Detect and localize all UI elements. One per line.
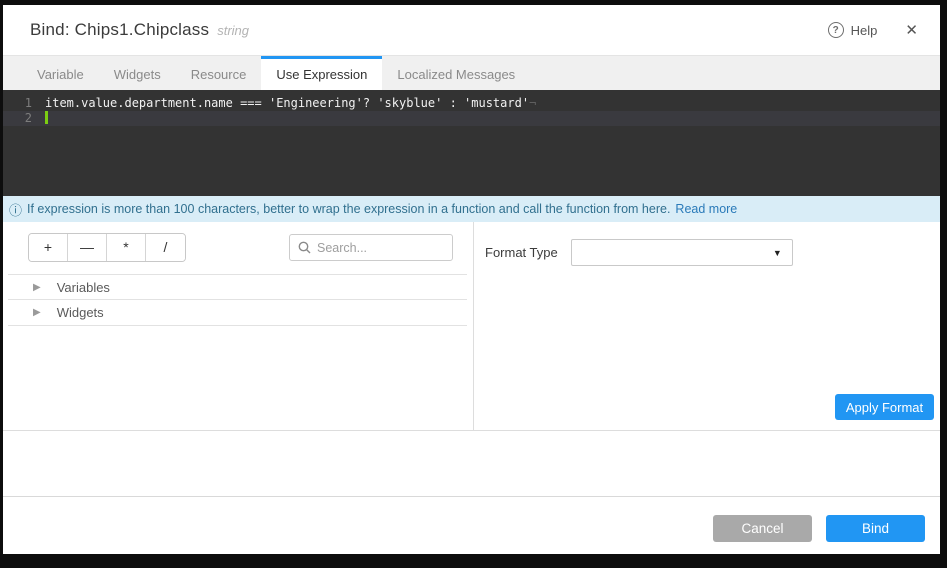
search-box: [289, 234, 453, 261]
tab-variable[interactable]: Variable: [22, 56, 99, 90]
tree-item-variables[interactable]: ▶ Variables: [8, 274, 467, 300]
tab-resource[interactable]: Resource: [176, 56, 262, 90]
tab-localized-messages[interactable]: Localized Messages: [382, 56, 530, 90]
expression-code-editor[interactable]: 1 item.value.department.name === 'Engine…: [3, 90, 940, 196]
expression-code: item.value.department.name === 'Engineer…: [45, 96, 529, 110]
tab-widgets[interactable]: Widgets: [99, 56, 176, 90]
dialog-type-subtitle: string: [217, 23, 249, 38]
search-icon: [298, 241, 311, 254]
plus-operator-button[interactable]: +: [29, 234, 68, 261]
help-label: Help: [851, 23, 878, 38]
help-question-icon: ?: [828, 22, 844, 38]
code-line-2: 2: [3, 111, 940, 126]
minus-operator-button[interactable]: —: [68, 234, 107, 261]
bind-button[interactable]: Bind: [826, 515, 925, 542]
divide-operator-button[interactable]: /: [146, 234, 185, 261]
tree-item-label: Widgets: [57, 305, 104, 320]
bind-sources-tree: ▶ Variables ▶ Widgets: [8, 274, 467, 326]
eol-marker: ¬: [529, 96, 536, 110]
blank-strip: [3, 431, 940, 497]
chevron-right-icon[interactable]: ▶: [33, 307, 41, 318]
multiply-operator-button[interactable]: *: [107, 234, 146, 261]
tab-bar: Variable Widgets Resource Use Expression…: [3, 56, 940, 90]
format-type-label: Format Type: [485, 245, 558, 260]
tree-item-label: Variables: [57, 280, 110, 295]
cancel-button[interactable]: Cancel: [713, 515, 812, 542]
tree-item-widgets[interactable]: ▶ Widgets: [8, 300, 467, 326]
help-button[interactable]: ? Help: [828, 22, 878, 38]
format-type-select[interactable]: ▼: [571, 239, 793, 266]
dialog-title: Bind: Chips1.Chipclass: [30, 20, 209, 40]
panel-toolbar: + — * /: [3, 222, 473, 262]
text-cursor: [45, 111, 48, 124]
info-icon: ⓘ: [9, 200, 22, 219]
bind-sources-panel: + — * / ▶ Variables ▶ Widgets: [3, 222, 474, 430]
search-input[interactable]: [317, 241, 444, 255]
apply-format-button[interactable]: Apply Format: [835, 394, 934, 420]
tab-use-expression[interactable]: Use Expression: [261, 56, 382, 90]
dialog-header: Bind: Chips1.Chipclass string ? Help ✕: [3, 5, 940, 56]
content-row: + — * / ▶ Variables ▶ Widgets: [3, 222, 940, 431]
code-line-2-text: [45, 111, 48, 126]
expression-text: item.value.department.name === 'Engineer…: [45, 96, 536, 111]
info-text: If expression is more than 100 character…: [27, 202, 670, 216]
read-more-link[interactable]: Read more: [675, 202, 737, 216]
line-number-2: 2: [3, 111, 45, 126]
close-icon[interactable]: ✕: [901, 19, 922, 41]
dialog-footer: Cancel Bind: [3, 497, 940, 554]
operator-button-group: + — * /: [28, 233, 186, 262]
info-banner: ⓘ If expression is more than 100 charact…: [3, 196, 940, 222]
format-type-row: Format Type ▼: [474, 222, 940, 266]
dropdown-caret-icon: ▼: [773, 248, 782, 258]
code-line-1: 1 item.value.department.name === 'Engine…: [3, 96, 940, 111]
format-panel: Format Type ▼ Apply Format: [474, 222, 940, 430]
line-number-1: 1: [3, 96, 45, 111]
bind-dialog: Bind: Chips1.Chipclass string ? Help ✕ V…: [3, 5, 940, 554]
chevron-right-icon[interactable]: ▶: [33, 282, 41, 293]
